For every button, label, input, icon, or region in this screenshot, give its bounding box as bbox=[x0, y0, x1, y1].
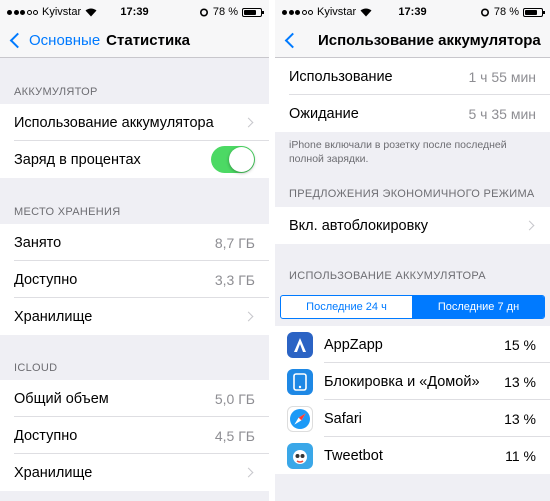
page-title: Использование аккумулятора bbox=[318, 32, 541, 49]
battery-percentage-row: Заряд в процентах bbox=[0, 141, 269, 178]
clock: 17:39 bbox=[120, 6, 149, 18]
chevron-right-icon bbox=[243, 467, 254, 478]
battery-percentage-toggle[interactable] bbox=[211, 146, 255, 173]
suggestions-section-header: ПРЕДЛОЖЕНИЯ ЭКОНОМИЧНОГО РЕЖИМА bbox=[289, 188, 535, 200]
row-label: Доступно bbox=[14, 427, 78, 444]
usage-row: Использование 1 ч 55 мин bbox=[275, 58, 550, 95]
chevron-left-icon bbox=[284, 32, 301, 49]
row-value: 5 ч 35 мин bbox=[468, 105, 537, 122]
status-bar: Kyivstar 17:39 78 % bbox=[0, 0, 269, 24]
appzapp-icon bbox=[287, 331, 313, 358]
signal-icon bbox=[7, 9, 38, 15]
icloud-total-row: Общий объем 5,0 ГБ bbox=[0, 380, 269, 417]
back-button[interactable]: Основные bbox=[0, 32, 100, 49]
app-percent: 13 % bbox=[504, 410, 536, 427]
navigation-bar: Использование аккумулятора bbox=[275, 24, 550, 58]
battery-usage-screen: Kyivstar 17:39 78 % Использование аккуму… bbox=[275, 0, 550, 501]
app-usage-row: AppZapp 15 % bbox=[275, 326, 550, 363]
carrier-label: Kyivstar bbox=[317, 6, 357, 18]
page-title: Статистика bbox=[106, 32, 191, 49]
chevron-right-icon bbox=[243, 311, 254, 322]
row-label: Заряд в процентах bbox=[14, 151, 141, 168]
row-label: Доступно bbox=[14, 271, 78, 288]
battery-icon bbox=[523, 7, 545, 17]
chevron-left-icon bbox=[9, 32, 26, 49]
segment-last-7d[interactable]: Последние 7 дн bbox=[412, 296, 544, 318]
storage-manage-row[interactable]: Хранилище bbox=[0, 298, 269, 335]
carrier-label: Kyivstar bbox=[42, 6, 82, 18]
row-label: Занято bbox=[14, 234, 62, 251]
app-usage-row: Блокировка и «Домой» 13 % bbox=[275, 363, 550, 400]
statistics-screen: Kyivstar 17:39 78 % Основные Статистика … bbox=[0, 0, 269, 501]
back-label: Основные bbox=[29, 32, 101, 49]
battery-usage-section-header: ИСПОЛЬЗОВАНИЕ АККУМУЛЯТОРА bbox=[289, 270, 486, 282]
battery-percent: 78 % bbox=[493, 6, 519, 18]
icloud-section-header: ICLOUD bbox=[14, 362, 58, 374]
battery-icon bbox=[242, 7, 264, 17]
alarm-icon bbox=[199, 8, 208, 17]
row-value: 4,5 ГБ bbox=[214, 427, 255, 444]
back-button[interactable] bbox=[275, 32, 304, 49]
alarm-icon bbox=[480, 8, 489, 17]
icloud-available-row: Доступно 4,5 ГБ bbox=[0, 417, 269, 454]
charging-note: iPhone включали в розетку после последне… bbox=[289, 139, 507, 165]
row-value: 5,0 ГБ bbox=[214, 390, 255, 407]
status-bar: Kyivstar 17:39 78 % bbox=[275, 0, 550, 24]
icloud-manage-row[interactable]: Хранилище bbox=[0, 454, 269, 491]
storage-available-row: Доступно 3,3 ГБ bbox=[0, 261, 269, 298]
standby-row: Ожидание 5 ч 35 мин bbox=[275, 95, 550, 132]
chevron-right-icon bbox=[243, 117, 254, 128]
battery-section-header: АККУМУЛЯТОР bbox=[14, 86, 98, 98]
signal-icon bbox=[282, 9, 313, 15]
storage-section-header: МЕСТО ХРАНЕНИЯ bbox=[14, 206, 121, 218]
app-name: Safari bbox=[324, 410, 362, 427]
row-label: Вкл. автоблокировку bbox=[289, 217, 429, 234]
row-value: 8,7 ГБ bbox=[214, 234, 255, 251]
row-value: 1 ч 55 мин bbox=[468, 68, 537, 85]
battery-usage-row[interactable]: Использование аккумулятора bbox=[0, 104, 269, 141]
wifi-icon bbox=[360, 8, 372, 16]
battery-percent: 78 % bbox=[212, 6, 238, 18]
app-name: AppZapp bbox=[324, 336, 383, 353]
segment-last-24h[interactable]: Последние 24 ч bbox=[281, 296, 412, 318]
row-value: 3,3 ГБ bbox=[214, 271, 255, 288]
app-usage-row: Safari 13 % bbox=[275, 400, 550, 437]
app-percent: 13 % bbox=[504, 373, 536, 390]
clock: 17:39 bbox=[398, 6, 427, 18]
app-percent: 11 % bbox=[505, 447, 536, 464]
chevron-right-icon bbox=[524, 220, 535, 231]
lock-home-icon bbox=[287, 368, 313, 395]
app-percent: 15 % bbox=[504, 336, 536, 353]
row-label: Использование bbox=[289, 68, 393, 85]
row-label: Использование аккумулятора bbox=[14, 114, 214, 131]
tweetbot-icon bbox=[287, 442, 313, 469]
app-usage-row: Tweetbot 11 % bbox=[275, 437, 550, 474]
safari-icon bbox=[287, 405, 313, 432]
row-label: Хранилище bbox=[14, 464, 93, 481]
autolock-row[interactable]: Вкл. автоблокировку bbox=[275, 207, 550, 244]
row-label: Общий объем bbox=[14, 390, 109, 407]
row-label: Хранилище bbox=[14, 308, 93, 325]
wifi-icon bbox=[85, 8, 97, 16]
navigation-bar: Основные Статистика bbox=[0, 24, 269, 58]
row-label: Ожидание bbox=[289, 105, 359, 122]
app-name: Tweetbot bbox=[324, 447, 383, 464]
period-segmented-control: Последние 24 ч Последние 7 дн bbox=[280, 295, 545, 319]
app-name: Блокировка и «Домой» bbox=[324, 373, 480, 390]
storage-used-row: Занято 8,7 ГБ bbox=[0, 224, 269, 261]
